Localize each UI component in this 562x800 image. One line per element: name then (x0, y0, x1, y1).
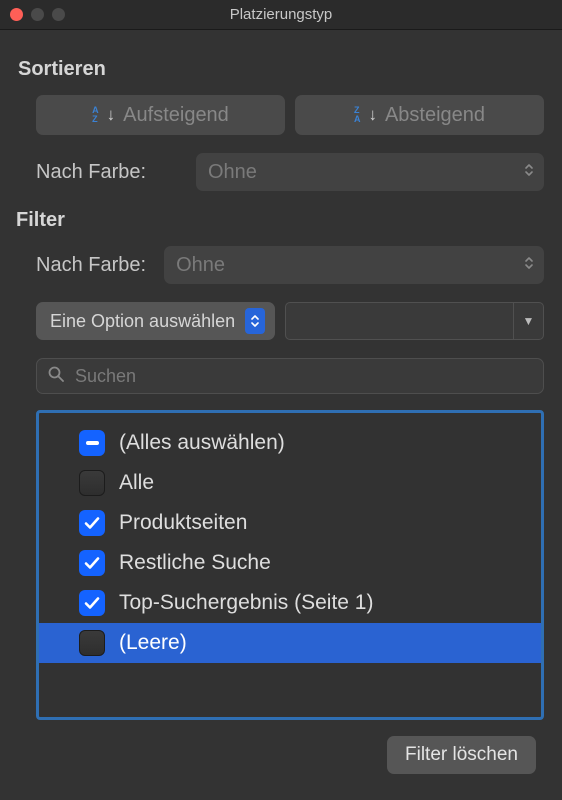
filter-item[interactable]: (Leere) (39, 623, 541, 663)
az-icon: AZ (92, 106, 99, 124)
stepper-icon (245, 308, 265, 334)
filter-item-label: Alle (119, 471, 154, 495)
filter-value-input[interactable] (286, 303, 513, 339)
checkbox[interactable] (79, 590, 105, 616)
filter-value-dropdown-button[interactable]: ▼ (513, 303, 543, 339)
filter-item-label: Restliche Suche (119, 551, 271, 575)
filter-by-color-value: Ohne (176, 254, 225, 277)
sort-by-color-label: Nach Farbe: (36, 161, 196, 184)
filter-item-label: Produktseiten (119, 511, 247, 535)
sort-heading: Sortieren (18, 58, 544, 81)
checkbox[interactable] (79, 470, 105, 496)
titlebar: Platzierungstyp (0, 0, 562, 30)
sort-descending-label: Absteigend (385, 104, 485, 127)
search-icon (47, 365, 65, 388)
filter-items-panel: (Alles auswählen) Alle Produktseiten Restli… (36, 410, 544, 720)
checkbox[interactable] (79, 510, 105, 536)
filter-item[interactable]: (Alles auswählen) (39, 423, 541, 463)
sort-by-color-popup[interactable]: Ohne (196, 153, 544, 191)
sort-ascending-button[interactable]: AZ ↓ Aufsteigend (36, 95, 285, 135)
zoom-window-button[interactable] (52, 8, 65, 21)
filter-by-color-label: Nach Farbe: (36, 254, 146, 277)
close-window-button[interactable] (10, 8, 23, 21)
filter-value-input-wrap: ▼ (285, 302, 544, 340)
arrow-down-icon: ↓ (107, 105, 116, 125)
search-input[interactable] (75, 366, 533, 387)
checkbox[interactable] (79, 630, 105, 656)
filter-item[interactable]: Produktseiten (39, 503, 541, 543)
za-icon: ZA (354, 106, 361, 124)
filter-item-label: (Alles auswählen) (119, 431, 285, 455)
sort-ascending-label: Aufsteigend (123, 104, 229, 127)
clear-filter-button[interactable]: Filter löschen (387, 736, 536, 774)
chevron-up-down-icon (524, 255, 534, 276)
filter-by-color-popup[interactable]: Ohne (164, 246, 544, 284)
filter-item[interactable]: Restliche Suche (39, 543, 541, 583)
traffic-lights (0, 8, 65, 21)
filter-item-label: (Leere) (119, 631, 187, 655)
checkbox[interactable] (79, 550, 105, 576)
filter-option-select-label: Eine Option auswählen (50, 311, 235, 332)
chevron-up-down-icon (524, 162, 534, 183)
sort-by-color-value: Ohne (208, 161, 257, 184)
search-box[interactable] (36, 358, 544, 394)
filter-item[interactable]: Alle (39, 463, 541, 503)
clear-filter-label: Filter löschen (405, 744, 518, 766)
filter-item-label: Top-Suchergebnis (Seite 1) (119, 591, 373, 615)
arrow-down-icon: ↓ (368, 105, 377, 125)
minimize-window-button[interactable] (31, 8, 44, 21)
checkbox[interactable] (79, 430, 105, 456)
window-title: Platzierungstyp (0, 6, 562, 23)
filter-item[interactable]: Top-Suchergebnis (Seite 1) (39, 583, 541, 623)
filter-option-select[interactable]: Eine Option auswählen (36, 302, 275, 340)
sort-descending-button[interactable]: ZA ↓ Absteigend (295, 95, 544, 135)
filter-heading: Filter (16, 209, 544, 232)
